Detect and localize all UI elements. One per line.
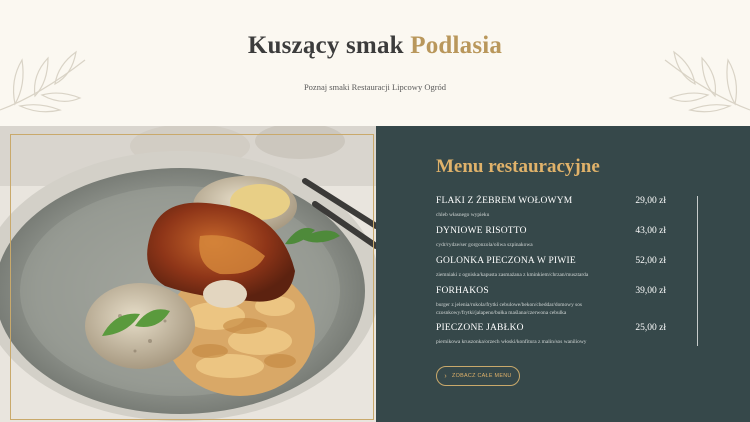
menu-item: DYNIOWE RISOTTO 43,00 zł cydr/rydze/ser … [436, 226, 666, 256]
menu-item-name: PIECZONE JABŁKO [436, 323, 524, 333]
menu-item-price: 43,00 zł [635, 226, 666, 236]
menu-item: GOLONKA PIECZONA W PIWIE 52,00 zł ziemni… [436, 256, 666, 286]
see-full-menu-button[interactable]: › ZOBACZ CAŁE MENU [436, 366, 520, 386]
see-full-menu-label: ZOBACZ CAŁE MENU [452, 373, 512, 379]
title-accent: Podlasia [410, 32, 503, 59]
hero-section: Kuszący smak Podlasia Poznaj smaki Resta… [0, 0, 750, 126]
menu-item: FORHAKOS 39,00 zł burger z jelenia/rukol… [436, 286, 666, 323]
menu-item-description: ziemniaki z ogniska/kapusta zasmażana z … [436, 272, 589, 278]
menu-list[interactable]: FLAKI Z ŻEBREM WOŁOWYM 29,00 zł chleb wł… [436, 196, 666, 353]
menu-item-name: GOLONKA PIECZONA W PIWIE [436, 256, 576, 266]
menu-item-description: burger z jelenia/rukola/frytki cebulowe/… [436, 302, 583, 316]
menu-item-name: FLAKI Z ŻEBREM WOŁOWYM [436, 196, 573, 206]
menu-panel: Menu restauracyjne FLAKI Z ŻEBREM WOŁOWY… [376, 126, 750, 422]
dish-photo [0, 126, 376, 422]
menu-item-price: 25,00 zł [635, 323, 666, 333]
menu-item-description: cydr/rydze/ser gorgonzola/oliwa szpinako… [436, 242, 533, 248]
menu-item-name: FORHAKOS [436, 286, 489, 296]
dish-photo-illustration [0, 126, 376, 422]
menu-item: PIECZONE JABŁKO 25,00 zł piernikowa krus… [436, 323, 666, 353]
menu-item: FLAKI Z ŻEBREM WOŁOWYM 29,00 zł chleb wł… [436, 196, 666, 226]
menu-item-name: DYNIOWE RISOTTO [436, 226, 527, 236]
menu-item-description: piernikowa kruszonka/orzech włoski/konfi… [436, 339, 587, 345]
page-title: Kuszący smak Podlasia [0, 32, 750, 60]
chevron-right-icon: › [444, 372, 447, 380]
menu-item-price: 52,00 zł [635, 256, 666, 266]
page-subtitle: Poznaj smaki Restauracji Lipcowy Ogród [303, 82, 447, 92]
menu-scrollbar[interactable] [697, 196, 698, 346]
menu-item-price: 39,00 zł [635, 286, 666, 296]
menu-item-price: 29,00 zł [635, 196, 666, 206]
title-main: Kuszący smak [247, 32, 404, 59]
menu-title: Menu restauracyjne [436, 156, 600, 177]
menu-item-description: chleb własnego wypieku [436, 212, 490, 218]
